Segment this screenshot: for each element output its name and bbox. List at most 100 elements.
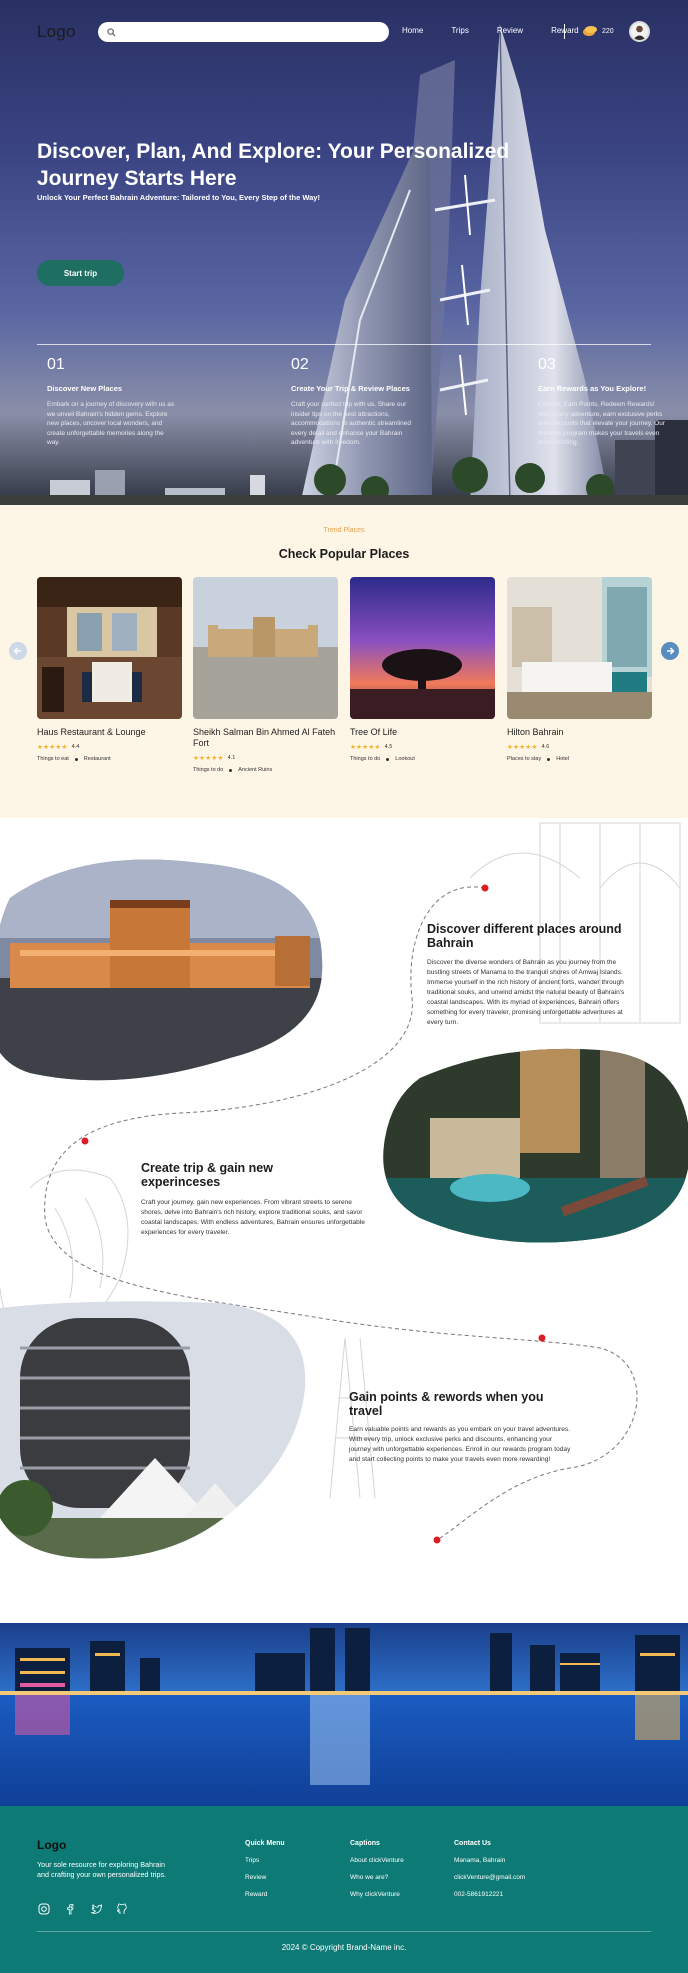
rating-stars: ★★★★★ — [193, 755, 224, 762]
rating-stars: ★★★★★ — [507, 744, 538, 751]
manama-skyline-image — [0, 1623, 688, 1806]
points-count: 220 — [602, 27, 614, 35]
main-nav: Home Trips Review Reward — [402, 26, 607, 35]
place-name: Hilton Bahrain — [507, 727, 564, 737]
popular-places-section: Trend Places Check Popular Places Haus R… — [0, 505, 688, 818]
footer-link-reward[interactable]: Reward — [245, 1891, 285, 1898]
place-image-tree — [350, 577, 495, 719]
nav-review[interactable]: Review — [497, 26, 523, 35]
start-trip-button[interactable]: Start trip — [37, 260, 124, 286]
feature-title-rewards: Gain points & rewords when you travel — [349, 1390, 544, 1418]
footer-link-trips[interactable]: Trips — [245, 1857, 285, 1864]
github-icon[interactable] — [115, 1902, 129, 1916]
hero-section: Logo Home Trips Review Reward 220 Discov… — [0, 0, 688, 505]
instagram-icon[interactable] — [37, 1902, 51, 1916]
place-rating: ★★★★★ 4.1 — [193, 754, 338, 762]
rating-stars: ★★★★★ — [37, 744, 68, 751]
footer-link-about[interactable]: About clickVenture — [350, 1857, 404, 1864]
reward-points[interactable]: 220 — [582, 25, 614, 37]
rating-stars: ★★★★★ — [350, 744, 381, 751]
section-eyebrow: Trend Places — [323, 527, 365, 534]
step-number: 01 — [47, 356, 65, 373]
place-type: Ancient Ruins — [238, 767, 273, 773]
top-navigation-bar: Logo Home Trips Review Reward 220 — [0, 0, 688, 62]
place-tags: Things to do Lookout — [350, 756, 495, 762]
carousel-prev-button[interactable] — [9, 642, 27, 660]
rating-value: 4.5 — [384, 744, 393, 750]
facebook-icon[interactable] — [63, 1902, 77, 1916]
place-category: Things to do — [350, 756, 381, 762]
search-input[interactable] — [122, 24, 372, 40]
feature-text-create-trip: Craft your journey, gain new experiences… — [141, 1199, 365, 1236]
step-text: Embark on a journey of discovery with us… — [47, 401, 175, 446]
search-bar[interactable] — [98, 22, 389, 42]
step-number: 02 — [291, 356, 309, 373]
place-type: Hotel — [556, 756, 570, 762]
separator-dot — [74, 757, 78, 761]
place-image-hotel — [507, 577, 652, 719]
place-type: Restaurant — [83, 756, 111, 762]
social-links — [37, 1902, 141, 1916]
place-card[interactable]: Haus Restaurant & Lounge ★★★★★ 4.4 Thing… — [37, 577, 182, 762]
place-image-restaurant — [37, 577, 182, 719]
carousel-next-button[interactable] — [661, 642, 679, 660]
place-category: Things to eat — [37, 756, 69, 762]
step-create-trip: 02 Create Your Trip & Review Places Craf… — [291, 356, 421, 448]
coins-icon — [583, 26, 597, 36]
nav-trips[interactable]: Trips — [451, 26, 468, 35]
step-title: Earn Rewards as You Explore! — [538, 384, 647, 393]
step-title: Discover New Places — [47, 384, 123, 393]
user-avatar[interactable] — [629, 21, 650, 42]
footer-link-review[interactable]: Review — [245, 1874, 285, 1881]
footer-column-title: Contact Us — [454, 1840, 491, 1847]
footer-divider — [37, 1931, 651, 1932]
separator-dot — [547, 757, 551, 761]
search-icon — [107, 27, 116, 37]
place-tags: Places to stay Hotel — [507, 756, 652, 762]
place-card[interactable]: Tree Of Life ★★★★★ 4.5 Things to do Look… — [350, 577, 495, 762]
arrow-right-icon — [667, 647, 675, 655]
footer-address[interactable]: Manama, Bahrain — [454, 1857, 525, 1864]
feature-text-discover: Discover the diverse wonders of Bahrain … — [427, 959, 625, 1026]
hero-divider — [37, 344, 651, 345]
place-card[interactable]: Hilton Bahrain ★★★★★ 4.6 Places to stay … — [507, 577, 652, 762]
place-name: Sheikh Salman Bin Ahmed Al Fateh Fort — [193, 727, 336, 748]
place-rating: ★★★★★ 4.4 — [37, 743, 182, 751]
place-name: Haus Restaurant & Lounge — [37, 727, 146, 737]
footer-email[interactable]: clickVenture@gmail.com — [454, 1874, 525, 1881]
separator-dot — [229, 768, 233, 772]
step-text: Explore, Earn Points, Redeem Rewards! Wi… — [538, 401, 666, 446]
place-name: Tree Of Life — [350, 727, 398, 737]
step-title: Create Your Trip & Review Places — [291, 384, 410, 393]
place-category: Places to stay — [507, 756, 542, 762]
place-tags: Things to do Ancient Ruins — [193, 767, 338, 773]
copyright: 2024 © Copyright Brand-Name inc. — [281, 1943, 407, 1952]
footer-column-title: Quick Menu — [245, 1840, 285, 1847]
user-avatar-icon — [633, 25, 646, 40]
nav-home[interactable]: Home — [402, 26, 423, 35]
footer-logo[interactable]: Logo — [37, 1838, 66, 1852]
place-category: Things to do — [193, 767, 224, 773]
step-earn-rewards: 03 Earn Rewards as You Explore! Explore,… — [538, 356, 668, 448]
rating-value: 4.4 — [71, 744, 80, 750]
twitter-icon[interactable] — [89, 1902, 103, 1916]
rating-value: 4.6 — [541, 744, 550, 750]
footer-tagline: Your sole resource for exploring Bahrain… — [37, 1860, 167, 1879]
site-footer: Logo Your sole resource for exploring Ba… — [0, 1806, 688, 1973]
footer-link-why[interactable]: Why clickVenture — [350, 1891, 404, 1898]
place-rating: ★★★★★ 4.6 — [507, 743, 652, 751]
site-logo[interactable]: Logo — [37, 22, 76, 42]
place-card[interactable]: Sheikh Salman Bin Ahmed Al Fateh Fort ★★… — [193, 577, 338, 773]
footer-phone[interactable]: 002-5861912221 — [454, 1891, 525, 1898]
place-rating: ★★★★★ 4.5 — [350, 743, 495, 751]
place-image-fort — [193, 577, 338, 719]
hero-title: Discover, Plan, And Explore: Your Person… — [37, 140, 510, 190]
step-discover: 01 Discover New Places Embark on a journ… — [47, 356, 177, 448]
footer-column-title: Captions — [350, 1840, 380, 1847]
footer-quick-menu: Quick Menu Trips Review Reward — [245, 1840, 285, 1908]
rating-value: 4.1 — [227, 755, 236, 761]
place-type: Lookout — [395, 756, 415, 762]
hero-subtitle: Unlock Your Perfect Bahrain Adventure: T… — [37, 193, 320, 202]
footer-link-who-we-are[interactable]: Who we are? — [350, 1874, 404, 1881]
step-number: 03 — [538, 356, 556, 373]
